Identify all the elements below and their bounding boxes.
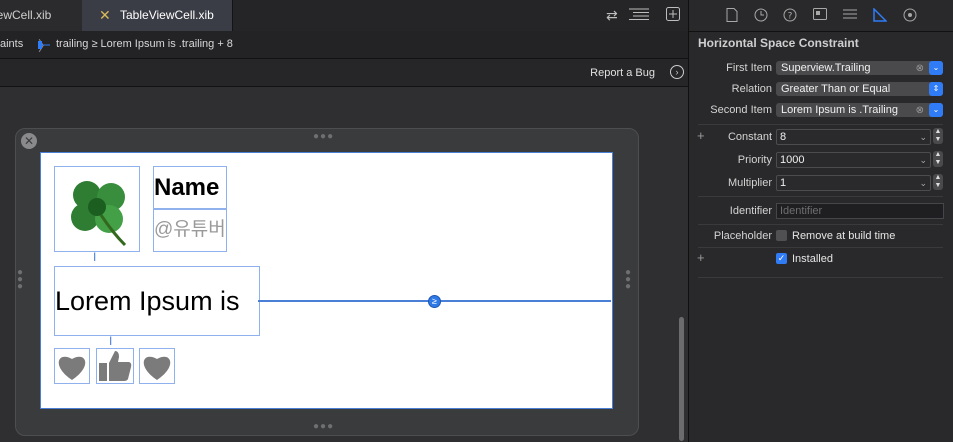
tab-table-view-cell-xib[interactable]: ✕ TableViewCell.xib xyxy=(82,0,232,31)
constant-label: Constant xyxy=(727,131,772,143)
inspector-title: Horizontal Space Constraint xyxy=(698,36,859,50)
multiplier-field[interactable]: 1 ⌄ xyxy=(776,175,931,191)
resize-handle-bottom[interactable]: ●●● xyxy=(313,421,334,432)
lorem-ipsum-label[interactable]: Lorem Ipsum is xyxy=(54,266,260,336)
arrow-right-circle-icon[interactable]: › xyxy=(670,65,684,79)
greater-than-or-equal-icon[interactable]: ≥ xyxy=(428,295,441,308)
priority-stepper[interactable]: ▲ ▼ xyxy=(933,151,943,167)
quick-help-icon[interactable]: ? xyxy=(782,8,798,24)
multiplier-value: 1 xyxy=(780,177,787,189)
relation-value: Greater Than or Equal xyxy=(781,83,891,95)
attributes-inspector-icon[interactable] xyxy=(842,8,858,24)
clover-image-view[interactable] xyxy=(54,166,140,252)
swap-icon[interactable]: ⇄ xyxy=(606,7,618,23)
xib-file-icon: ✕ xyxy=(99,7,111,23)
divider xyxy=(698,124,943,125)
tab-view-cell-xib[interactable]: iewCell.xib xyxy=(0,0,83,31)
resize-handle-right[interactable]: ● ● ● xyxy=(625,268,635,292)
file-inspector-icon[interactable] xyxy=(724,8,740,24)
resize-handle-top[interactable]: ●●● xyxy=(313,131,334,142)
handle-label[interactable]: @유튜버 xyxy=(153,208,227,252)
chevron-down-icon[interactable]: ⌄ xyxy=(929,103,943,117)
breadcrumb-constraint[interactable]: trailing ≥ Lorem Ipsum is .trailing + 8 xyxy=(56,38,233,50)
report-bug-button[interactable]: Report a Bug xyxy=(590,67,655,79)
constraint-icon xyxy=(38,41,50,49)
clover-icon xyxy=(71,181,127,247)
list-lines-icon[interactable] xyxy=(629,7,649,23)
multiplier-stepper[interactable]: ▲ ▼ xyxy=(933,174,943,190)
history-icon[interactable] xyxy=(753,8,769,24)
divider xyxy=(698,224,943,225)
installed-checkbox[interactable]: ✓ xyxy=(776,253,787,264)
constant-stepper[interactable]: ▲ ▼ xyxy=(933,128,943,144)
placeholder-label: Placeholder xyxy=(713,230,772,242)
tab-label: TableViewCell.xib xyxy=(120,8,214,22)
constant-field[interactable]: 8 ⌄ xyxy=(776,129,931,145)
first-item-popup[interactable]: Superview.Trailing ⊗ ⌄ xyxy=(776,61,943,75)
resize-handle-left[interactable]: ● ● ● xyxy=(17,268,27,292)
editor-tab-bar: iewCell.xib ✕ TableViewCell.xib ⇄ xyxy=(0,0,688,32)
multiplier-label: Multiplier xyxy=(727,177,772,189)
remove-at-build-time-label[interactable]: Remove at build time xyxy=(792,230,895,242)
priority-field[interactable]: 1000 ⌄ xyxy=(776,152,931,168)
size-inspector: ? Horizontal Space Constraint First Item… xyxy=(688,0,953,442)
tab-label: iewCell.xib xyxy=(0,8,52,22)
installed-label[interactable]: Installed xyxy=(792,253,833,265)
updown-arrows-icon[interactable]: ⇕ xyxy=(929,82,943,96)
breadcrumb-constraints[interactable]: aints xyxy=(0,38,23,50)
clear-icon[interactable]: ⊗ xyxy=(911,62,924,76)
vertical-spacing-indicator: I xyxy=(109,334,113,348)
second-item-value: Lorem Ipsum is .Trailing xyxy=(781,104,898,116)
vertical-scrollbar[interactable] xyxy=(679,317,684,441)
relation-label: Relation xyxy=(731,83,772,95)
clear-icon[interactable]: ⊗ xyxy=(911,104,924,118)
divider xyxy=(698,196,943,197)
identity-inspector-icon[interactable] xyxy=(812,8,828,24)
name-label[interactable]: Name xyxy=(153,166,227,210)
divider xyxy=(698,247,943,248)
chevron-down-icon[interactable]: ⌄ xyxy=(916,130,927,144)
report-bug-bar: Report a Bug › xyxy=(0,59,688,87)
heart-icon[interactable] xyxy=(139,348,175,384)
identifier-label: Identifier xyxy=(729,205,772,217)
plus-icon[interactable]: + xyxy=(697,250,705,265)
chevron-down-icon[interactable]: ⌄ xyxy=(916,176,927,190)
plus-icon[interactable]: + xyxy=(697,128,705,143)
chevron-down-icon[interactable]: ⌄ xyxy=(916,153,927,167)
second-item-label: Second Item xyxy=(710,104,772,116)
relation-popup[interactable]: Greater Than or Equal ⇕ xyxy=(776,82,943,96)
size-inspector-icon[interactable] xyxy=(872,7,888,24)
second-item-popup[interactable]: Lorem Ipsum is .Trailing ⊗ ⌄ xyxy=(776,103,943,117)
first-item-label: First Item xyxy=(726,62,772,74)
jump-bar: aints 〉 trailing ≥ Lorem Ipsum is .trail… xyxy=(0,31,688,59)
identifier-input[interactable]: Identifier xyxy=(776,203,944,219)
first-item-value: Superview.Trailing xyxy=(781,62,871,74)
chevron-down-icon[interactable]: ⌄ xyxy=(929,61,943,75)
vertical-spacing-indicator: I xyxy=(93,250,97,264)
remove-at-build-time-checkbox[interactable] xyxy=(776,230,787,241)
priority-value: 1000 xyxy=(780,154,805,166)
add-editor-icon[interactable] xyxy=(666,7,680,23)
connections-inspector-icon[interactable] xyxy=(902,8,918,24)
heart-icon[interactable] xyxy=(54,348,90,384)
close-icon[interactable]: ✕ xyxy=(21,133,37,149)
thumbs-up-icon[interactable] xyxy=(96,348,134,384)
tab-divider xyxy=(232,0,233,31)
priority-label: Priority xyxy=(737,154,772,166)
constant-value: 8 xyxy=(780,131,787,143)
inspector-tab-bar: ? xyxy=(689,0,953,32)
divider xyxy=(698,277,943,278)
interface-builder-editor: iewCell.xib ✕ TableViewCell.xib ⇄ aints … xyxy=(0,0,688,442)
svg-text:?: ? xyxy=(788,12,793,22)
